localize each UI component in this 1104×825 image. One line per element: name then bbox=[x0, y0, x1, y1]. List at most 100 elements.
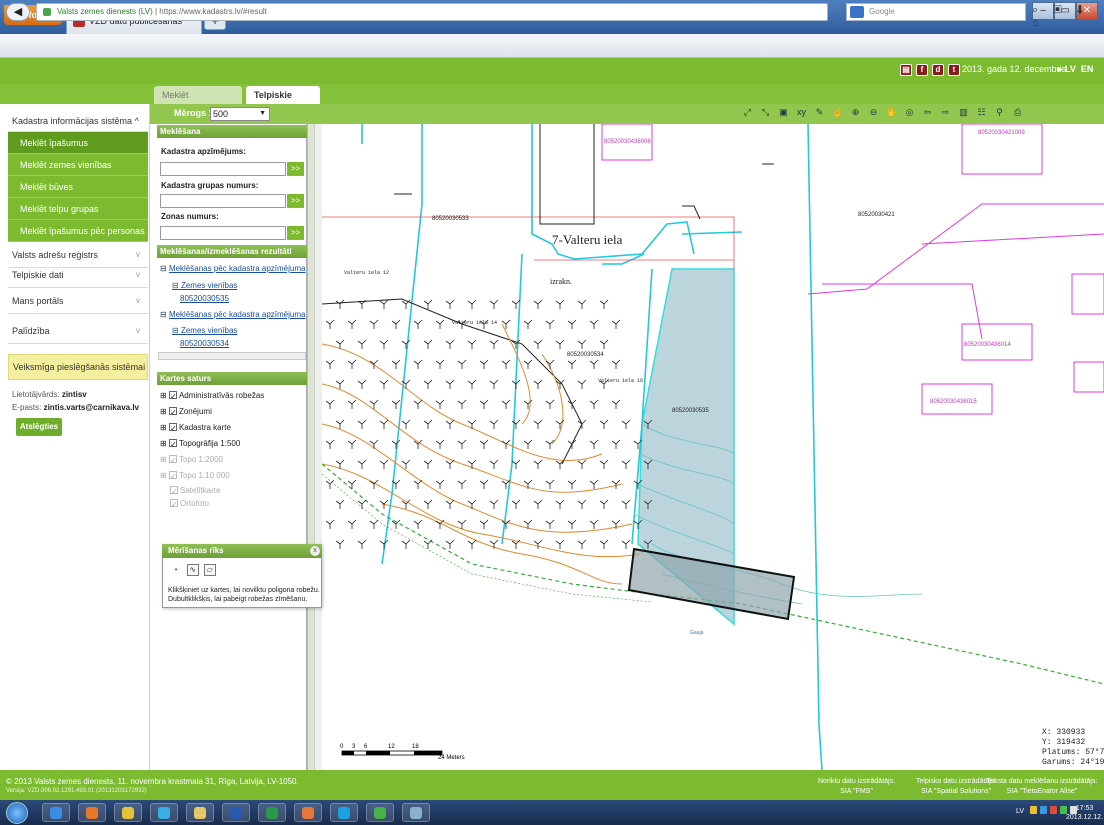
taskbar-firefox-icon[interactable] bbox=[78, 803, 106, 822]
info-icon[interactable]: ▣ bbox=[778, 106, 789, 119]
cadastre-group-input[interactable] bbox=[160, 194, 286, 208]
result-type-label[interactable]: Zemes vienības bbox=[181, 281, 237, 290]
sidebar-item-search-properties[interactable]: Meklēt īpašumus bbox=[8, 132, 148, 154]
layer-zoning[interactable]: ⊞ ✓ Zonējumi bbox=[160, 407, 212, 417]
browser-toolbar-icons[interactable]: ⌕ ▣ ⬇ ⌂ bbox=[1032, 4, 1104, 29]
zone-number-go-button[interactable]: >> bbox=[287, 226, 304, 240]
results-hscrollbar[interactable] bbox=[158, 352, 306, 360]
layer-admin-boundaries[interactable]: ⊞ ✓ Administratīvās robežas bbox=[160, 391, 264, 401]
lang-lv[interactable]: LV bbox=[1065, 64, 1076, 74]
taskbar-explorer-icon[interactable] bbox=[186, 803, 214, 822]
draugiem-icon[interactable]: d bbox=[932, 64, 944, 76]
sidebar-item-search-by-person[interactable]: Meklēt īpašumus pēc personas bbox=[8, 220, 148, 242]
start-button[interactable] bbox=[6, 802, 28, 824]
sidebar-section-spatial-data[interactable]: Telpiskie dati v bbox=[8, 262, 148, 288]
facebook-icon[interactable]: f bbox=[916, 64, 928, 76]
result-group-title[interactable]: Meklēšanas pēc kadastra apzīmējuma bbox=[169, 264, 306, 273]
previous-extent-icon[interactable]: ⇦ bbox=[922, 106, 933, 119]
layer-checkbox[interactable]: ✓ bbox=[168, 455, 177, 465]
taskbar-ie-icon[interactable] bbox=[42, 803, 70, 822]
cadastre-group-go-button[interactable]: >> bbox=[287, 194, 304, 208]
sidebar-section-help[interactable]: Palīdzība v bbox=[8, 318, 148, 344]
layer-checkbox[interactable]: ✓ bbox=[168, 391, 177, 401]
taskbar-media-icon[interactable] bbox=[150, 803, 178, 822]
result-group-2[interactable]: ⊟ Meklēšanas pēc kadastra apzīmējuma bbox=[160, 310, 305, 319]
taskbar-excel-icon[interactable] bbox=[258, 803, 286, 822]
sidebar-item-search-land-units[interactable]: Meklēt zemes vienības bbox=[8, 154, 148, 176]
result-code-2[interactable]: 80520030534 bbox=[180, 339, 229, 348]
browser-search-input[interactable]: Google bbox=[846, 3, 1026, 21]
taskbar-app2-icon[interactable] bbox=[402, 803, 430, 822]
measure-tool-header[interactable]: Mērīšanas rīks bbox=[162, 544, 322, 558]
full-extent-icon[interactable]: ◎ bbox=[904, 106, 915, 119]
result-group-title[interactable]: Meklēšanas pēc kadastra apzīmējuma bbox=[169, 310, 306, 319]
map-view[interactable]: 7-Valteru iela 80520030533 80520030534 8… bbox=[322, 124, 1104, 770]
layer-checkbox[interactable]: ✓ bbox=[170, 486, 178, 496]
bookmark-icon[interactable]: ⚲ bbox=[994, 106, 1005, 119]
tab-search-properties[interactable]: Meklēt īpašumusX bbox=[154, 86, 242, 118]
taskbar-chrome-icon[interactable] bbox=[114, 803, 142, 822]
measure-area-icon[interactable]: ⤡ bbox=[760, 106, 771, 119]
language-switch[interactable]: ▸ LV EN bbox=[1058, 64, 1093, 75]
layers-icon[interactable]: ▥ bbox=[958, 106, 969, 119]
taskbar-app-icon[interactable] bbox=[366, 803, 394, 822]
layer-cadastre-map[interactable]: ⊞ ✓ Kadastra karte bbox=[160, 423, 231, 433]
polygon-icon[interactable]: ▱ bbox=[203, 564, 216, 576]
zoom-in-icon[interactable]: ⊕ bbox=[850, 106, 861, 119]
layer-checkbox[interactable]: ✓ bbox=[168, 439, 177, 449]
result-group-1[interactable]: ⊟ Meklēšanas pēc kadastra apzīmējuma bbox=[160, 264, 305, 273]
back-button[interactable]: ◀ bbox=[6, 3, 30, 21]
layer-satellite[interactable]: ✓ Satelītkarte bbox=[170, 486, 220, 496]
address-bar[interactable]: Valsts zemes dienests (LV) | https://www… bbox=[36, 3, 828, 21]
layer-checkbox[interactable]: ✓ bbox=[168, 423, 177, 433]
tray-icon[interactable] bbox=[1040, 806, 1047, 814]
lang-en[interactable]: EN bbox=[1081, 64, 1094, 74]
legend-icon[interactable]: ☷ bbox=[976, 106, 987, 119]
scale-select[interactable]: 500 ▼ bbox=[210, 107, 270, 121]
taskbar-skype-icon[interactable] bbox=[330, 803, 358, 822]
line-icon[interactable]: ∿ bbox=[186, 564, 199, 576]
cadastre-code-input[interactable] bbox=[160, 162, 286, 176]
taskbar-word-icon[interactable] bbox=[222, 803, 250, 822]
result-code-1[interactable]: 80520030535 bbox=[180, 294, 229, 303]
tab-spatial-data[interactable]: Telpiskie datiX bbox=[246, 86, 320, 118]
result-type-label[interactable]: Zemes vienības bbox=[181, 326, 237, 335]
layer-topo-2000[interactable]: ⊞ ✓ Topo 1:2000 bbox=[160, 455, 223, 465]
print-icon[interactable]: ▤ bbox=[900, 64, 912, 76]
vegetation-symbol bbox=[413, 479, 423, 489]
cadastre-code-go-button[interactable]: >> bbox=[287, 162, 304, 176]
next-extent-icon[interactable]: ⇨ bbox=[940, 106, 951, 119]
tray-icon[interactable] bbox=[1050, 806, 1057, 814]
zoom-out-icon[interactable]: ⊖ bbox=[868, 106, 879, 119]
layer-checkbox[interactable]: ✓ bbox=[168, 471, 177, 481]
select-icon[interactable]: ☝ bbox=[832, 106, 843, 119]
print-map-icon[interactable]: ⎙ bbox=[1012, 106, 1023, 119]
twitter-icon[interactable]: t bbox=[948, 64, 960, 76]
result-type-2[interactable]: ⊟ Zemes vienības bbox=[172, 326, 237, 335]
layer-checkbox[interactable]: ✓ bbox=[170, 499, 178, 509]
layer-topo-500[interactable]: ⊞ ✓ Topogrāfija 1:500 bbox=[160, 439, 240, 449]
xy-coordinate-icon[interactable]: xy bbox=[796, 106, 807, 119]
tray-icon[interactable] bbox=[1030, 806, 1037, 814]
pin-icon[interactable]: ✎ bbox=[814, 106, 825, 119]
map-canvas[interactable]: 7-Valteru iela 80520030533 80520030534 8… bbox=[322, 124, 1104, 770]
panel-scrollbar[interactable] bbox=[314, 124, 322, 770]
logout-button[interactable]: Atslēgties bbox=[16, 418, 62, 436]
layer-orthophoto[interactable]: ✓ Ortofoto bbox=[170, 499, 209, 509]
pan-icon[interactable]: ✋ bbox=[886, 106, 897, 119]
sidebar-item-search-premises[interactable]: Meklēt telpu grupas bbox=[8, 198, 148, 220]
sidebar-section-cadastre[interactable]: Kadastra informācijas sistēma ^ bbox=[8, 110, 148, 132]
layer-topo-10000[interactable]: ⊞ ✓ Topo 1:10 000 bbox=[160, 471, 230, 481]
close-icon[interactable]: x bbox=[310, 546, 320, 556]
vegetation-symbol bbox=[445, 339, 455, 349]
zone-number-input[interactable] bbox=[160, 226, 286, 240]
measure-distance-icon[interactable]: ⤢ bbox=[742, 106, 753, 119]
sidebar-item-search-buildings[interactable]: Meklēt būves bbox=[8, 176, 148, 198]
layer-checkbox[interactable]: ✓ bbox=[168, 407, 177, 417]
taskbar-outlook-icon[interactable] bbox=[294, 803, 322, 822]
point-icon[interactable]: • bbox=[170, 565, 182, 577]
sidebar-section-my-portal[interactable]: Mans portāls v bbox=[8, 288, 148, 314]
result-type-1[interactable]: ⊟ Zemes vienības bbox=[172, 281, 237, 290]
tray-language[interactable]: LV bbox=[1016, 808, 1024, 815]
tray-clock[interactable]: 17:53 2013.12.12. bbox=[1066, 804, 1103, 822]
